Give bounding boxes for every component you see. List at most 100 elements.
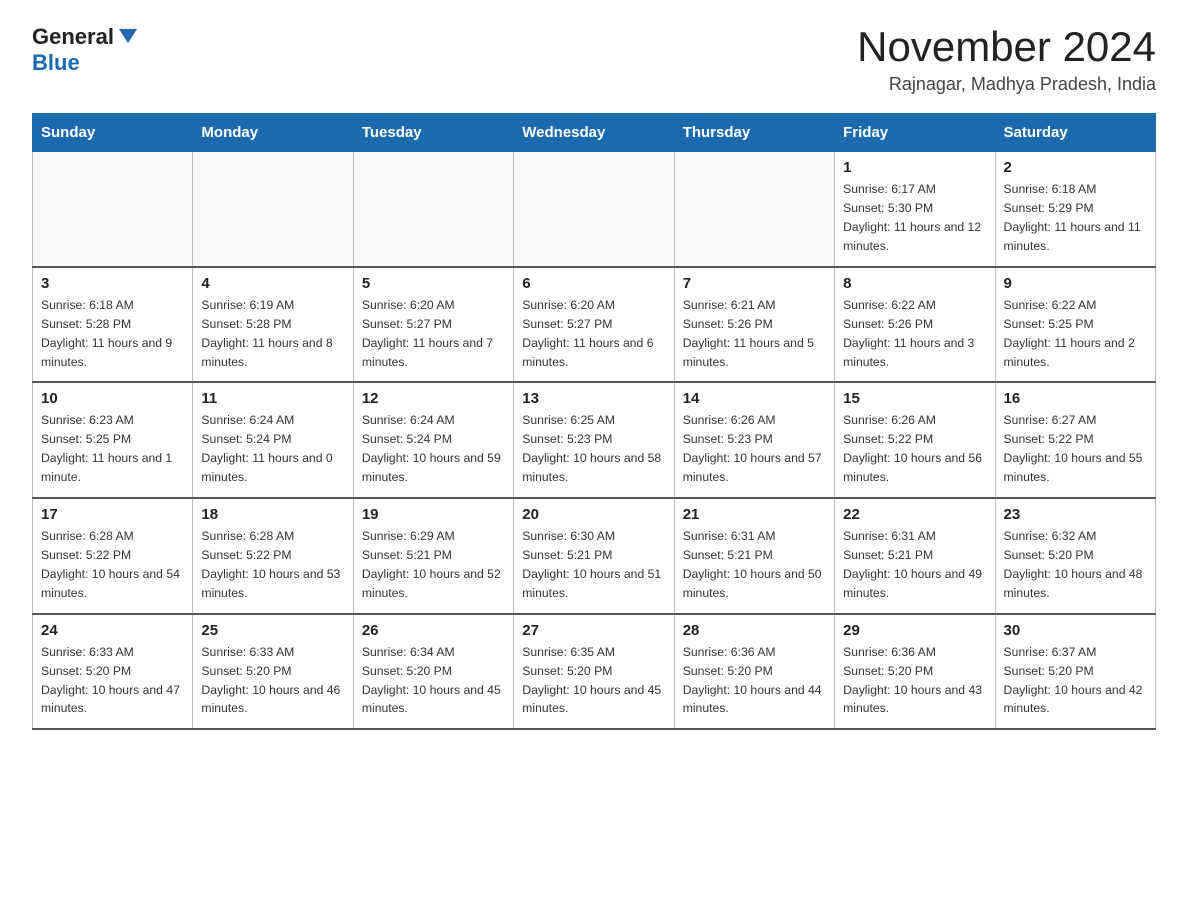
calendar-body: 1 Sunrise: 6:17 AMSunset: 5:30 PMDaylight… xyxy=(33,152,1156,730)
day-info: Sunrise: 6:18 AMSunset: 5:28 PMDaylight:… xyxy=(41,296,184,372)
day-info: Sunrise: 6:28 AMSunset: 5:22 PMDaylight:… xyxy=(41,527,184,603)
title-area: November 2024 Rajnagar, Madhya Pradesh, … xyxy=(857,24,1156,95)
day-info: Sunrise: 6:17 AMSunset: 5:30 PMDaylight:… xyxy=(843,180,986,256)
calendar-cell: 29 Sunrise: 6:36 AMSunset: 5:20 PMDayligh… xyxy=(835,614,995,730)
day-number: 19 xyxy=(362,506,505,523)
calendar-cell: 23 Sunrise: 6:32 AMSunset: 5:20 PMDayligh… xyxy=(995,498,1155,614)
calendar-week-row: 3Sunrise: 6:18 AMSunset: 5:28 PMDaylight… xyxy=(33,267,1156,383)
calendar-cell xyxy=(674,152,834,267)
day-info: Sunrise: 6:32 AMSunset: 5:20 PMDaylight:… xyxy=(1004,527,1147,603)
calendar-cell: 12Sunrise: 6:24 AMSunset: 5:24 PMDayligh… xyxy=(353,382,513,498)
day-info: Sunrise: 6:25 AMSunset: 5:23 PMDaylight:… xyxy=(522,411,665,487)
day-info: Sunrise: 6:20 AMSunset: 5:27 PMDaylight:… xyxy=(522,296,665,372)
calendar-cell: 14Sunrise: 6:26 AMSunset: 5:23 PMDayligh… xyxy=(674,382,834,498)
day-number: 8 xyxy=(843,275,986,292)
day-number: 21 xyxy=(683,506,826,523)
day-number: 25 xyxy=(201,622,344,639)
logo-blue-text: Blue xyxy=(32,50,80,76)
day-info: Sunrise: 6:22 AMSunset: 5:25 PMDaylight:… xyxy=(1004,296,1147,372)
weekday-header-row: SundayMondayTuesdayWednesdayThursdayFrid… xyxy=(33,114,1156,152)
day-number: 6 xyxy=(522,275,665,292)
day-number: 22 xyxy=(843,506,986,523)
day-info: Sunrise: 6:29 AMSunset: 5:21 PMDaylight:… xyxy=(362,527,505,603)
logo-blue: Blue xyxy=(32,50,80,76)
calendar-cell: 28 Sunrise: 6:36 AMSunset: 5:20 PMDayligh… xyxy=(674,614,834,730)
day-number: 29 xyxy=(843,622,986,639)
calendar-cell: 3Sunrise: 6:18 AMSunset: 5:28 PMDaylight… xyxy=(33,267,193,383)
logo: General xyxy=(32,24,137,50)
day-info: Sunrise: 6:31 AMSunset: 5:21 PMDaylight:… xyxy=(843,527,986,603)
weekday-header-wednesday: Wednesday xyxy=(514,114,674,152)
calendar-cell: 19 Sunrise: 6:29 AMSunset: 5:21 PMDayligh… xyxy=(353,498,513,614)
day-number: 5 xyxy=(362,275,505,292)
day-number: 1 xyxy=(843,159,986,176)
day-info: Sunrise: 6:24 AMSunset: 5:24 PMDaylight:… xyxy=(201,411,344,487)
calendar-cell: 8 Sunrise: 6:22 AMSunset: 5:26 PMDaylight… xyxy=(835,267,995,383)
calendar-cell: 25 Sunrise: 6:33 AMSunset: 5:20 PMDayligh… xyxy=(193,614,353,730)
day-number: 23 xyxy=(1004,506,1147,523)
calendar-week-row: 1 Sunrise: 6:17 AMSunset: 5:30 PMDaylight… xyxy=(33,152,1156,267)
day-number: 11 xyxy=(201,390,344,407)
calendar-cell: 7 Sunrise: 6:21 AMSunset: 5:26 PMDaylight… xyxy=(674,267,834,383)
calendar-cell xyxy=(514,152,674,267)
calendar-cell: 5 Sunrise: 6:20 AMSunset: 5:27 PMDaylight… xyxy=(353,267,513,383)
day-info: Sunrise: 6:22 AMSunset: 5:26 PMDaylight:… xyxy=(843,296,986,372)
calendar-cell: 26 Sunrise: 6:34 AMSunset: 5:20 PMDayligh… xyxy=(353,614,513,730)
day-number: 17 xyxy=(41,506,184,523)
calendar-cell: 17 Sunrise: 6:28 AMSunset: 5:22 PMDayligh… xyxy=(33,498,193,614)
weekday-header-saturday: Saturday xyxy=(995,114,1155,152)
calendar-cell: 18 Sunrise: 6:28 AMSunset: 5:22 PMDayligh… xyxy=(193,498,353,614)
calendar-cell: 9 Sunrise: 6:22 AMSunset: 5:25 PMDaylight… xyxy=(995,267,1155,383)
day-number: 24 xyxy=(41,622,184,639)
weekday-header-monday: Monday xyxy=(193,114,353,152)
day-info: Sunrise: 6:27 AMSunset: 5:22 PMDaylight:… xyxy=(1004,411,1147,487)
calendar-cell xyxy=(33,152,193,267)
calendar-cell: 27 Sunrise: 6:35 AMSunset: 5:20 PMDayligh… xyxy=(514,614,674,730)
calendar-cell: 21 Sunrise: 6:31 AMSunset: 5:21 PMDayligh… xyxy=(674,498,834,614)
day-info: Sunrise: 6:21 AMSunset: 5:26 PMDaylight:… xyxy=(683,296,826,372)
day-number: 4 xyxy=(201,275,344,292)
day-number: 26 xyxy=(362,622,505,639)
logo-general: General xyxy=(32,24,114,50)
day-info: Sunrise: 6:35 AMSunset: 5:20 PMDaylight:… xyxy=(522,643,665,719)
calendar-cell: 22 Sunrise: 6:31 AMSunset: 5:21 PMDayligh… xyxy=(835,498,995,614)
calendar-cell: 11 Sunrise: 6:24 AMSunset: 5:24 PMDayligh… xyxy=(193,382,353,498)
calendar-cell: 15Sunrise: 6:26 AMSunset: 5:22 PMDayligh… xyxy=(835,382,995,498)
day-info: Sunrise: 6:33 AMSunset: 5:20 PMDaylight:… xyxy=(201,643,344,719)
day-info: Sunrise: 6:20 AMSunset: 5:27 PMDaylight:… xyxy=(362,296,505,372)
calendar-cell: 24Sunrise: 6:33 AMSunset: 5:20 PMDayligh… xyxy=(33,614,193,730)
month-title: November 2024 xyxy=(857,24,1156,70)
day-number: 2 xyxy=(1004,159,1147,176)
calendar-cell: 10Sunrise: 6:23 AMSunset: 5:25 PMDayligh… xyxy=(33,382,193,498)
day-number: 28 xyxy=(683,622,826,639)
calendar-cell: 6 Sunrise: 6:20 AMSunset: 5:27 PMDaylight… xyxy=(514,267,674,383)
location-label: Rajnagar, Madhya Pradesh, India xyxy=(857,74,1156,95)
page-header: General Blue November 2024 Rajnagar, Mad… xyxy=(32,24,1156,95)
calendar-cell: 13Sunrise: 6:25 AMSunset: 5:23 PMDayligh… xyxy=(514,382,674,498)
calendar-week-row: 10Sunrise: 6:23 AMSunset: 5:25 PMDayligh… xyxy=(33,382,1156,498)
calendar-cell: 4 Sunrise: 6:19 AMSunset: 5:28 PMDaylight… xyxy=(193,267,353,383)
day-info: Sunrise: 6:30 AMSunset: 5:21 PMDaylight:… xyxy=(522,527,665,603)
calendar-week-row: 24 Sunrise: 6:33 AMSunset: 5:20 PMDayligh… xyxy=(33,614,1156,730)
calendar-cell: 2Sunrise: 6:18 AMSunset: 5:29 PMDaylight… xyxy=(995,152,1155,267)
day-info: Sunrise: 6:26 AMSunset: 5:22 PMDaylight:… xyxy=(843,411,986,487)
logo-area: General Blue xyxy=(32,24,137,76)
day-info: Sunrise: 6:36 AMSunset: 5:20 PMDaylight:… xyxy=(843,643,986,719)
day-info: Sunrise: 6:28 AMSunset: 5:22 PMDaylight:… xyxy=(201,527,344,603)
day-info: Sunrise: 6:36 AMSunset: 5:20 PMDaylight:… xyxy=(683,643,826,719)
calendar-header: SundayMondayTuesdayWednesdayThursdayFrid… xyxy=(33,114,1156,152)
day-number: 12 xyxy=(362,390,505,407)
day-number: 27 xyxy=(522,622,665,639)
day-info: Sunrise: 6:19 AMSunset: 5:28 PMDaylight:… xyxy=(201,296,344,372)
day-number: 18 xyxy=(201,506,344,523)
calendar-week-row: 17 Sunrise: 6:28 AMSunset: 5:22 PMDayligh… xyxy=(33,498,1156,614)
weekday-header-thursday: Thursday xyxy=(674,114,834,152)
calendar-cell: 1 Sunrise: 6:17 AMSunset: 5:30 PMDaylight… xyxy=(835,152,995,267)
calendar-cell xyxy=(193,152,353,267)
day-number: 7 xyxy=(683,275,826,292)
day-info: Sunrise: 6:31 AMSunset: 5:21 PMDaylight:… xyxy=(683,527,826,603)
day-number: 9 xyxy=(1004,275,1147,292)
day-info: Sunrise: 6:37 AMSunset: 5:20 PMDaylight:… xyxy=(1004,643,1147,719)
day-info: Sunrise: 6:26 AMSunset: 5:23 PMDaylight:… xyxy=(683,411,826,487)
day-info: Sunrise: 6:34 AMSunset: 5:20 PMDaylight:… xyxy=(362,643,505,719)
